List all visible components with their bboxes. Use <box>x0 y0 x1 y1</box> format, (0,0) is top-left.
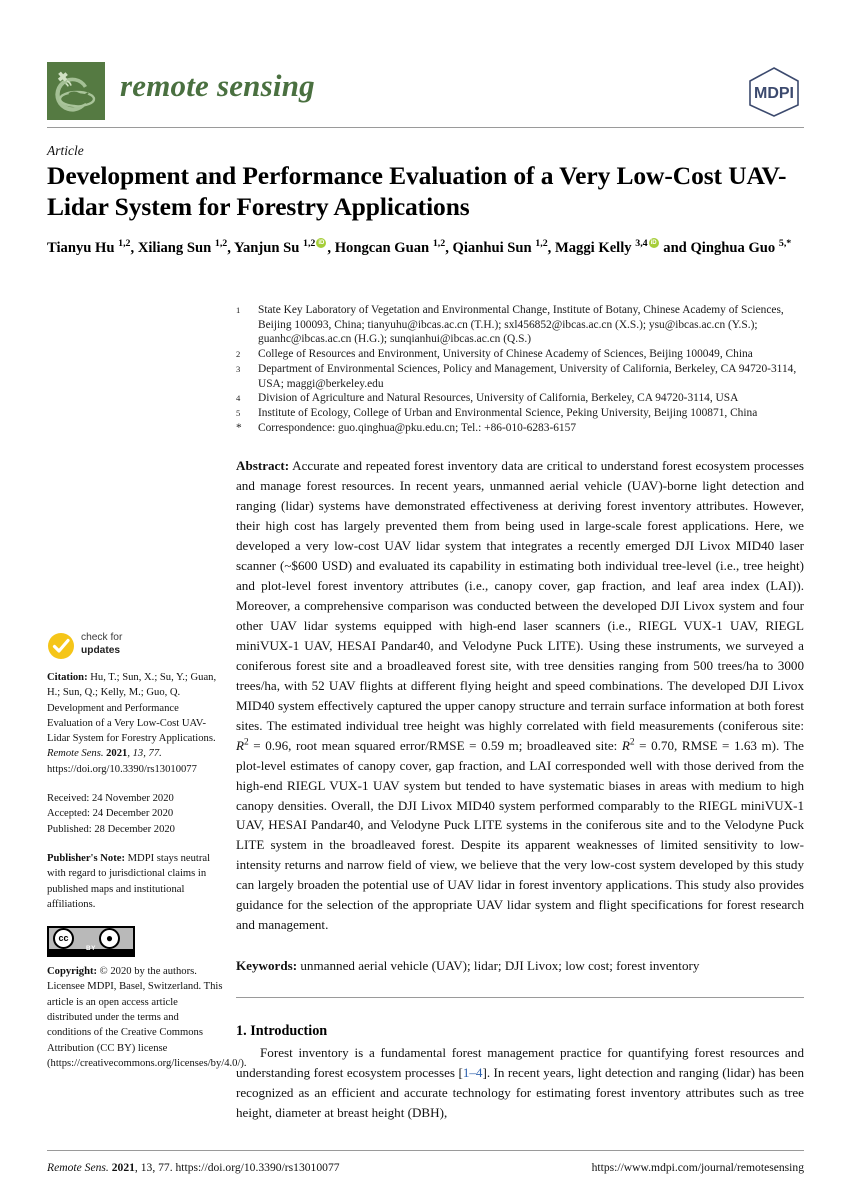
author-affiliation-marker: 1,2 <box>214 238 228 250</box>
citation-volume: , 13, 77. <box>127 748 162 760</box>
affiliation-row: 1 State Key Laboratory of Vegetation and … <box>236 303 804 347</box>
affiliation-list: 1 State Key Laboratory of Vegetation and … <box>236 303 804 435</box>
author-name: Qianhui Sun <box>452 240 536 256</box>
received-date: Received: 24 November 2020 <box>47 793 174 805</box>
author-list: Tianyu Hu 1,2, Xiliang Sun 1,2, Yanjun S… <box>47 238 802 259</box>
orcid-icon[interactable] <box>316 238 327 248</box>
keywords-line: Keywords: unmanned aerial vehicle (UAV);… <box>236 956 804 975</box>
affiliation-marker: 3 <box>236 363 241 374</box>
publisher-note-label: Publisher's Note: <box>47 852 125 864</box>
affiliation-text: College of Resources and Environment, Un… <box>258 348 753 361</box>
orcid-icon[interactable] <box>648 238 659 248</box>
main-column: 1 State Key Laboratory of Vegetation and … <box>236 303 804 1123</box>
check-for-updates-badge[interactable]: check for updates <box>47 630 225 664</box>
journal-title: remote sensing <box>120 68 315 103</box>
affiliation-marker: 5 <box>236 407 241 418</box>
author-name: Xiliang Sun <box>137 240 215 256</box>
copyright-text: © 2020 by the authors. Licensee MDPI, Ba… <box>47 966 247 1069</box>
author-name: Qinghua Guo <box>690 240 779 256</box>
affiliation-text: Division of Agriculture and Natural Reso… <box>258 392 739 405</box>
mdpi-logo-text: MDPI <box>754 85 794 102</box>
author-separator: , <box>130 240 138 256</box>
author-affiliation-marker: 3,4 <box>635 238 648 250</box>
author-name: Yanjun Su <box>234 240 303 256</box>
author-separator: , <box>445 240 453 256</box>
author-affiliation-marker: 1,2 <box>303 238 316 250</box>
sidebar: check for updates Citation: Hu, T.; Sun,… <box>47 630 247 1085</box>
publisher-note-block: Publisher's Note: MDPI stays neutral wit… <box>47 851 225 912</box>
published-date: Published: 28 December 2020 <box>47 823 175 835</box>
paper-page: remote sensing MDPI Article Development … <box>0 0 850 1202</box>
keywords-label: Keywords: <box>236 958 298 974</box>
abstract-text-3: = 0.70, RMSE = 1.63 m). The plot-level e… <box>236 737 804 933</box>
affiliation-text: Department of Environmental Sciences, Po… <box>258 362 797 390</box>
affiliation-marker: 4 <box>236 393 241 404</box>
affiliation-row: 4 Division of Agriculture and Natural Res… <box>236 391 804 406</box>
copyright-block: Copyright: © 2020 by the authors. Licens… <box>47 964 247 1071</box>
section-heading-introduction: 1. Introduction <box>236 1023 328 1040</box>
keywords-divider <box>236 997 804 999</box>
check-for-updates-line1: check for <box>81 632 123 643</box>
introduction-paragraph: Forest inventory is a fundamental forest… <box>236 1043 804 1123</box>
footer-citation: Remote Sens. 2021, 13, 77. https://doi.o… <box>47 1161 340 1174</box>
footer-journal: Remote Sens. <box>47 1161 109 1174</box>
author-affiliation-marker: 1,2 <box>432 238 446 250</box>
author-separator: , <box>327 240 335 256</box>
affiliation-text: Correspondence: guo.qinghua@pku.edu.cn; … <box>258 421 577 434</box>
affiliation-text: Institute of Ecology, College of Urban a… <box>258 406 758 419</box>
check-for-updates-line2: updates <box>81 644 121 656</box>
affiliation-row: 5 Institute of Ecology, College of Urban … <box>236 406 804 421</box>
abstract-text-1: Accurate and repeated forest inventory d… <box>236 458 804 733</box>
satellite-globe-icon <box>47 62 105 120</box>
abstract-paragraph: Abstract: Accurate and repeated forest i… <box>236 456 804 935</box>
accepted-date: Accepted: 24 December 2020 <box>47 808 174 820</box>
author-affiliation-marker: 1,2 <box>535 238 548 250</box>
citation-label: Citation: <box>47 672 88 683</box>
author-name: Hongcan Guan <box>334 240 433 256</box>
keywords-text: unmanned aerial vehicle (UAV); lidar; DJ… <box>297 958 700 974</box>
abstract-text-2: = 0.96, root mean squared error/RMSE = 0… <box>248 737 622 753</box>
footer-divider <box>47 1150 804 1151</box>
creative-commons-by-icon[interactable]: cc ● BY <box>47 926 135 958</box>
author-name: Maggi Kelly <box>554 240 636 256</box>
author-name: Tianyu Hu <box>47 240 119 256</box>
check-for-updates-text: check for updates <box>81 632 122 657</box>
author-affiliation-marker: 5,* <box>778 238 792 250</box>
citation-block: Citation: Hu, T.; Sun, X.; Su, Y.; Guan,… <box>47 670 225 777</box>
affiliation-row: 3 Department of Environmental Sciences, P… <box>236 362 804 391</box>
affiliation-row: * Correspondence: guo.qinghua@pku.edu.cn;… <box>236 421 804 436</box>
check-circle-icon <box>47 632 75 660</box>
affiliation-marker: 2 <box>236 349 241 360</box>
masthead: remote sensing MDPI <box>47 62 804 124</box>
affiliation-marker: 1 <box>236 305 241 315</box>
footer-year: 2021 <box>108 1161 135 1174</box>
author-separator: , <box>547 240 555 256</box>
masthead-divider <box>47 127 804 128</box>
article-type-label: Article <box>47 143 84 158</box>
copyright-label: Copyright: <box>47 966 98 978</box>
page-footer: Remote Sens. 2021, 13, 77. https://doi.o… <box>47 1161 804 1174</box>
page-title: Development and Performance Evaluation o… <box>47 161 787 221</box>
publication-dates: Received: 24 November 2020 Accepted: 24 … <box>47 791 225 837</box>
abstract-r2-b: R <box>621 737 630 753</box>
affiliation-text: State Key Laboratory of Vegetation and E… <box>258 304 784 346</box>
footer-journal-url[interactable]: https://www.mdpi.com/journal/remotesensi… <box>592 1161 804 1174</box>
citation-reference-link[interactable]: 1–4 <box>463 1065 483 1080</box>
citation-journal: Remote Sens. <box>47 748 104 760</box>
footer-rest: , 13, 77. https://doi.org/10.3390/rs1301… <box>134 1161 340 1174</box>
cc-by-label: BY <box>85 944 97 952</box>
citation-year: 2021 <box>103 748 128 760</box>
mdpi-logo: MDPI <box>744 64 804 120</box>
author-affiliation-marker: 1,2 <box>118 238 131 250</box>
abstract-label: Abstract: <box>236 458 290 474</box>
affiliation-marker: * <box>236 421 242 434</box>
author-separator: and <box>659 240 691 256</box>
affiliation-row: 2 College of Resources and Environment, U… <box>236 347 804 362</box>
abstract-r2-a: R <box>236 737 244 753</box>
citation-doi[interactable]: https://doi.org/10.3390/rs13010077 <box>47 764 197 775</box>
